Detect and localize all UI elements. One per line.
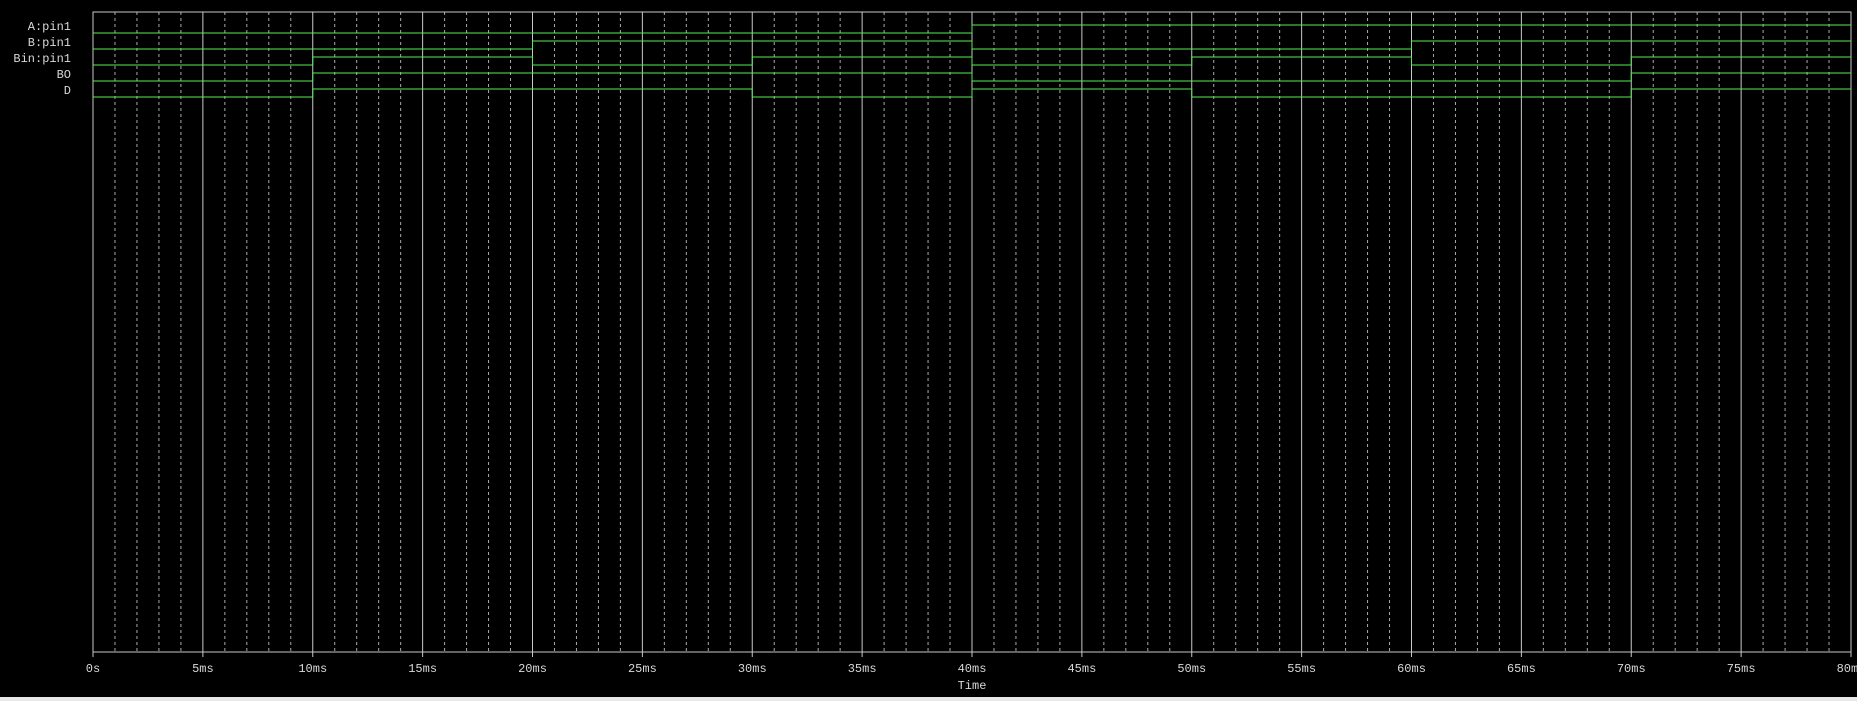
signal-label: Bin:pin1 <box>13 52 71 66</box>
x-tick-label: 10ms <box>298 662 327 676</box>
x-tick-label: 35ms <box>848 662 877 676</box>
x-tick-label: 65ms <box>1507 662 1536 676</box>
signal-label: A:pin1 <box>28 20 71 34</box>
x-tick-label: 0s <box>86 662 100 676</box>
x-tick-label: 30ms <box>738 662 767 676</box>
x-axis-label: Time <box>958 679 987 693</box>
x-tick-label: 5ms <box>192 662 214 676</box>
x-tick-label: 20ms <box>518 662 547 676</box>
x-tick-label: 40ms <box>958 662 987 676</box>
x-ticks <box>92 652 1852 657</box>
x-tick-label: 60ms <box>1397 662 1426 676</box>
signal-labels: A:pin1 B:pin1 Bin:pin1 BO D <box>13 20 71 98</box>
waveform-chart: 0s 5ms 10ms 15ms 20ms 25ms 30ms 35ms 40ms 45ms 50m… <box>13 11 1857 693</box>
x-tick-label: 25ms <box>628 662 657 676</box>
x-tick-labels: 0s 5ms 10ms 15ms 20ms 25ms 30ms 35ms 40ms 45ms 50m… <box>86 662 1857 676</box>
x-tick-label: 50ms <box>1177 662 1206 676</box>
x-tick-label: 80ms <box>1837 662 1857 676</box>
plot-window: 0s 5ms 10ms 15ms 20ms 25ms 30ms 35ms 40ms 45ms 50m… <box>0 0 1857 701</box>
x-tick-label: 45ms <box>1067 662 1096 676</box>
x-tick-label: 75ms <box>1727 662 1756 676</box>
signal-label: B:pin1 <box>28 36 71 50</box>
x-tick-label: 70ms <box>1617 662 1646 676</box>
x-tick-label: 55ms <box>1287 662 1316 676</box>
x-tick-label: 15ms <box>408 662 437 676</box>
signal-label: D <box>64 84 71 98</box>
signal-label: BO <box>57 68 71 82</box>
